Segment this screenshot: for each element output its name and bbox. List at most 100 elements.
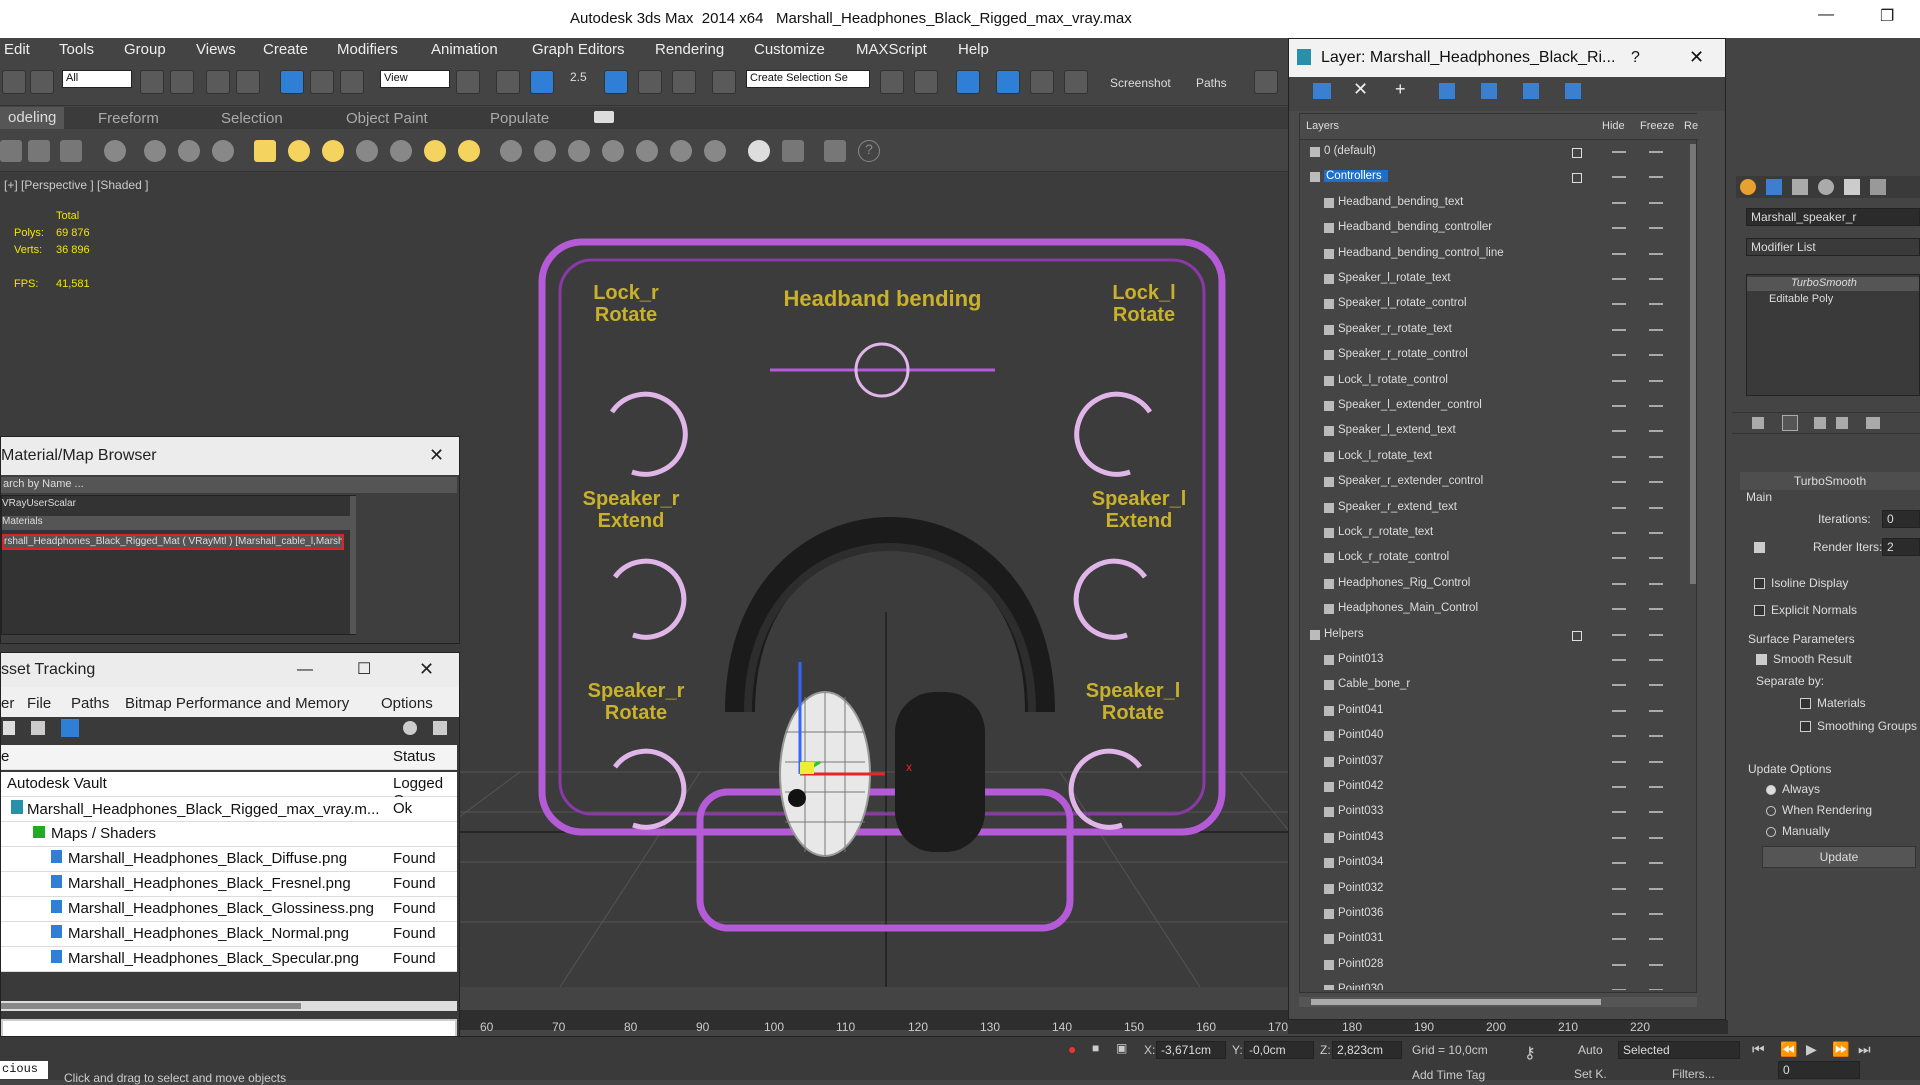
menu-edit[interactable]: Edit [4, 41, 30, 58]
smooth-result-checkbox[interactable] [1756, 654, 1767, 666]
freeze-toggle[interactable] [1649, 963, 1663, 966]
align-icon[interactable] [914, 70, 938, 94]
hide-toggle[interactable] [1612, 354, 1626, 357]
move-icon[interactable] [280, 70, 304, 94]
tool-icon-1[interactable] [0, 140, 22, 162]
screenshot-button[interactable]: Screenshot [1110, 76, 1171, 90]
go-to-start-icon[interactable]: ⏮ [1752, 1041, 1765, 1058]
iterations-spinner[interactable]: 0 [1882, 510, 1920, 528]
render-iters-checkbox[interactable] [1754, 542, 1765, 554]
help-button[interactable]: ? [1631, 49, 1640, 67]
freeze-toggle[interactable] [1649, 405, 1663, 407]
display-tab-icon[interactable] [1844, 179, 1860, 195]
menu-animation[interactable]: Animation [431, 41, 498, 58]
horizontal-scrollbar[interactable] [1299, 997, 1697, 1007]
table-row[interactable]: Marshall_Headphones_Black_Rigged_max_vra… [1, 797, 457, 822]
teapot-icon[interactable] [356, 140, 378, 162]
cone-icon[interactable] [390, 140, 412, 162]
particle-icon[interactable] [500, 140, 522, 162]
minimize-icon[interactable]: — [297, 661, 313, 679]
hide-toggle[interactable] [1612, 278, 1626, 280]
timeline-ruler[interactable]: 60 70 80 90 100 110 120 130 140 150 160 … [460, 1010, 1288, 1034]
explicit-normals-checkbox[interactable] [1754, 605, 1765, 617]
col-hide[interactable]: Hide [1602, 120, 1625, 132]
layer-row[interactable]: Speaker_r_rotate_control [1300, 343, 1690, 368]
freeze-toggle[interactable] [1649, 506, 1663, 509]
hide-toggle[interactable] [1612, 862, 1626, 865]
hierarchy-tab-icon[interactable] [1792, 179, 1808, 195]
freeze-toggle[interactable] [1649, 684, 1663, 687]
rotate-icon[interactable] [310, 70, 334, 94]
box-icon[interactable] [254, 140, 276, 162]
configure-sets-icon[interactable] [1866, 417, 1880, 429]
hide-all-icon[interactable] [1523, 83, 1539, 99]
current-layer-checkbox[interactable] [1572, 173, 1582, 184]
freeze-toggle[interactable] [1649, 455, 1663, 458]
help-icon[interactable]: ? [858, 140, 880, 162]
pin-stack-icon[interactable] [1752, 417, 1764, 429]
freeze-toggle[interactable] [1649, 836, 1663, 839]
hide-toggle[interactable] [1612, 557, 1626, 560]
layer-row[interactable]: Speaker_r_rotate_text [1300, 318, 1690, 343]
table-row[interactable]: Maps / Shaders [1, 822, 457, 847]
menu-modifiers[interactable]: Modifiers [337, 41, 398, 58]
layer-row[interactable]: Point042 [1300, 775, 1690, 800]
asset-menu-paths[interactable]: Paths [71, 695, 109, 712]
layer-row[interactable]: Cable_bone_r [1300, 673, 1690, 698]
close-icon[interactable]: ✕ [419, 659, 434, 680]
ribbon-options-icon[interactable] [594, 111, 614, 123]
speaker-r-rotate-control[interactable] [612, 748, 687, 830]
menu-maxscript[interactable]: MAXScript [856, 41, 927, 58]
maximize-button[interactable]: ❐ [1880, 6, 1894, 26]
list-view-icon[interactable] [3, 721, 15, 735]
next-frame-icon[interactable]: ⏩ [1832, 1041, 1849, 1058]
freeze-toggle[interactable] [1649, 735, 1663, 738]
maxscript-listener[interactable]: cious [0, 1061, 48, 1079]
rect-selection-icon[interactable] [206, 70, 230, 94]
stack-item-editable-poly[interactable]: Editable Poly [1755, 293, 1833, 305]
create-tab-icon[interactable] [1740, 179, 1756, 195]
hide-toggle[interactable] [1612, 608, 1626, 611]
asset-menu-file[interactable]: File [27, 695, 51, 712]
tool-icon-4[interactable] [104, 140, 126, 162]
tab-freeform[interactable]: Freeform [98, 110, 159, 127]
menu-help[interactable]: Help [958, 41, 989, 58]
layer-row[interactable]: Point033 [1300, 800, 1690, 825]
hide-toggle[interactable] [1612, 506, 1626, 509]
freeze-toggle[interactable] [1649, 938, 1663, 941]
menu-graph-editors[interactable]: Graph Editors [532, 41, 625, 58]
delete-layer-icon[interactable]: ✕ [1353, 79, 1368, 100]
hide-toggle[interactable] [1612, 684, 1626, 687]
hide-toggle[interactable] [1612, 328, 1626, 331]
freeze-toggle[interactable] [1649, 252, 1663, 255]
hide-toggle[interactable] [1612, 659, 1626, 661]
hair-icon[interactable] [636, 140, 658, 162]
proxy-icon[interactable] [704, 140, 726, 162]
table-row[interactable]: Marshall_Headphones_Black_Diffuse.png Fou… [1, 847, 457, 872]
update-button[interactable]: Update [1762, 846, 1916, 868]
scale-icon[interactable] [340, 70, 364, 94]
layer-row[interactable]: Speaker_r_extend_text [1300, 496, 1690, 521]
layer-row[interactable]: Point034 [1300, 851, 1690, 876]
layer-row[interactable]: Helpers [1300, 623, 1690, 648]
freeze-toggle[interactable] [1649, 760, 1663, 763]
tool-icon-5[interactable] [144, 140, 166, 162]
window-crossing-icon[interactable] [236, 70, 260, 94]
layer-row[interactable]: Point040 [1300, 724, 1690, 749]
hide-toggle[interactable] [1612, 455, 1626, 458]
hide-toggle[interactable] [1612, 481, 1626, 484]
freeze-toggle[interactable] [1649, 608, 1663, 611]
hide-toggle[interactable] [1612, 709, 1626, 712]
freeze-toggle[interactable] [1649, 633, 1663, 636]
menu-create[interactable]: Create [263, 41, 308, 58]
table-row[interactable]: Autodesk VaultLogged Ou [1, 772, 457, 809]
set-key-icon[interactable]: ⚷ [1524, 1043, 1536, 1063]
freeze-toggle[interactable] [1649, 379, 1663, 382]
layer-row[interactable]: Point013 [1300, 648, 1690, 673]
helper-icon[interactable] [568, 140, 590, 162]
freeze-toggle[interactable] [1649, 481, 1663, 484]
absolute-mode-icon[interactable]: ▣ [1116, 1041, 1127, 1055]
z-coordinate-field[interactable]: 2,823cm [1332, 1041, 1402, 1059]
materials-group-header[interactable]: Materials [2, 516, 352, 530]
freeze-toggle[interactable] [1649, 887, 1663, 890]
